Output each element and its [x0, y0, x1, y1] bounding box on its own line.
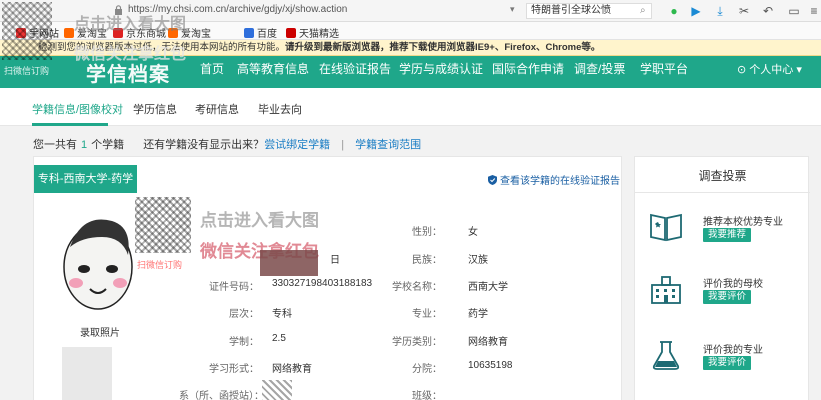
record-card: 专科-西南大学-药学 查看该学籍的在线验证报告 录取照片 性别： 女 日 民族：…: [33, 156, 622, 400]
duration-label: 学制：: [229, 337, 259, 348]
photo-caption: 录取照片: [80, 328, 120, 339]
major-value: 药学: [468, 309, 488, 320]
nav-item-survey[interactable]: 调查/投票: [574, 60, 625, 77]
ethnicity-label: 民族：: [412, 255, 442, 266]
lock-icon: [115, 5, 122, 15]
record-tag: 专科-西南大学-药学: [34, 165, 137, 193]
edu-type-value: 网络教育: [468, 337, 508, 348]
nav-item-cert[interactable]: 学历与成绩认证: [399, 60, 483, 77]
taobao-icon: [168, 27, 178, 38]
tab-kaoyan[interactable]: 考研信息: [195, 101, 239, 117]
major-label: 专业：: [412, 309, 442, 320]
menu-icon[interactable]: ≡: [806, 3, 821, 19]
bookmark-item[interactable]: 百度: [244, 25, 277, 40]
jd-icon: [113, 27, 123, 38]
bind-record-link[interactable]: 尝试绑定学籍: [264, 139, 330, 151]
survey-item: 推荐本校优势专业 我要推荐: [649, 211, 804, 255]
divider: [635, 192, 810, 193]
edu-type-label: 学历类别：: [392, 337, 442, 348]
survey-item: 评价我的专业 我要评价: [649, 339, 804, 383]
rate-major-button[interactable]: 我要评价: [703, 356, 752, 370]
class-label: 班级：: [412, 391, 442, 400]
browser-upgrade-notice: 检测到您的浏览器版本过低，无法使用本网站的所有功能。请升级到最新版浏览器，推荐下…: [0, 40, 821, 56]
undo-icon[interactable]: ↶: [760, 3, 776, 19]
play-icon[interactable]: ▶: [688, 3, 704, 19]
level-value: 专科: [272, 309, 292, 320]
active-tab-indicator: [32, 123, 108, 126]
user-center-menu[interactable]: ⊙ 个人中心 ▾: [737, 61, 802, 77]
tab-xueli[interactable]: 学历信息: [133, 101, 177, 117]
verify-report-link[interactable]: 查看该学籍的在线验证报告: [488, 172, 620, 187]
bookmark-item[interactable]: 天猫精选: [286, 25, 339, 40]
bookmarks-bar: 手网站 爱淘宝 京东商城 爱淘宝 百度 天猫精选: [0, 22, 821, 40]
school-label: 学校名称：: [392, 282, 442, 293]
gender-value: 女: [468, 227, 478, 238]
download-icon[interactable]: ⤓: [712, 3, 728, 19]
nav-item-home[interactable]: 首页: [200, 60, 224, 77]
record-count: 1: [81, 139, 88, 151]
baidu-icon: [244, 27, 254, 38]
window-icon[interactable]: ▭: [786, 3, 802, 19]
sub-nav: 学籍信息/图像校对 学历信息 考研信息 毕业去向: [0, 88, 821, 126]
book-icon: [650, 213, 682, 242]
scissors-icon[interactable]: ✂: [736, 3, 752, 19]
nav-item-higher-edu[interactable]: 高等教育信息: [237, 60, 309, 77]
search-icon[interactable]: ⌕: [640, 5, 646, 16]
survey-panel: 调查投票 推荐本校优势专业 我要推荐 评价我的母校 我要评价 评价我的专业 我要…: [634, 156, 810, 400]
nav-item-intl[interactable]: 国际合作申请: [492, 60, 564, 77]
flask-icon: [652, 341, 680, 370]
bookmark-item[interactable]: 手网站: [16, 25, 59, 40]
user-icon: ⊙: [737, 64, 747, 76]
survey-title: 调查投票: [698, 169, 747, 183]
tab-biye[interactable]: 毕业去向: [258, 101, 302, 117]
birth-date-fragment: 日: [330, 255, 340, 266]
query-scope-link[interactable]: 学籍查询范围: [355, 139, 421, 151]
nav-item-career[interactable]: 学职平台: [640, 60, 688, 77]
study-form-label: 学习形式：: [209, 364, 259, 375]
rate-school-button[interactable]: 我要评价: [703, 290, 752, 304]
bookmark-item[interactable]: 爱淘宝: [64, 25, 107, 40]
bookmark-item[interactable]: 爱淘宝: [168, 25, 211, 40]
department-label: 系（所、函授站）：: [179, 391, 264, 400]
enrollment-photo: [63, 219, 133, 310]
study-form-value: 网络教育: [272, 364, 312, 375]
level-label: 层次：: [229, 309, 259, 320]
nav-item-verify-report[interactable]: 在线验证报告: [319, 60, 391, 77]
shield-icon: [488, 174, 497, 185]
building-icon: [651, 276, 681, 304]
browser-search-input[interactable]: 特朗普引全球公愤: [526, 3, 652, 19]
record-summary: 您一共有 1 个学籍 还有学籍没有显示出来？尝试绑定学籍 | 学籍查询范围: [33, 139, 422, 151]
duration-value: 2.5: [272, 333, 286, 344]
site-icon: [16, 27, 26, 38]
tab-xueji[interactable]: 学籍信息/图像校对: [32, 101, 123, 117]
id-number-label: 证件号码：: [209, 282, 259, 293]
taobao-icon: [64, 27, 74, 38]
recommend-button[interactable]: 我要推荐: [703, 228, 752, 242]
address-dropdown-icon[interactable]: ▾: [510, 4, 515, 15]
ethnicity-value: 汉族: [468, 255, 488, 266]
survey-item: 评价我的母校 我要评价: [649, 273, 804, 317]
bookmark-item[interactable]: 京东商城: [113, 25, 166, 40]
school-value: 西南大学: [468, 282, 508, 293]
browser-toolbar: https://my.chsi.com.cn/archive/gdjy/xj/s…: [0, 0, 821, 22]
gender-label: 性别：: [412, 227, 442, 238]
branch-value: 10635198: [468, 360, 513, 371]
photo-placeholder: [62, 347, 112, 400]
wechat-icon[interactable]: ●: [666, 3, 682, 19]
address-url[interactable]: https://my.chsi.com.cn/archive/gdjy/xj/s…: [128, 4, 347, 15]
branch-label: 分院：: [412, 364, 442, 375]
chevron-down-icon: ▾: [796, 64, 802, 76]
main-nav: 学信档案 首页 高等教育信息 在线验证报告 学历与成绩认证 国际合作申请 调查/…: [0, 56, 821, 88]
tmall-icon: [286, 27, 296, 38]
site-logo[interactable]: 学信档案: [86, 58, 170, 87]
